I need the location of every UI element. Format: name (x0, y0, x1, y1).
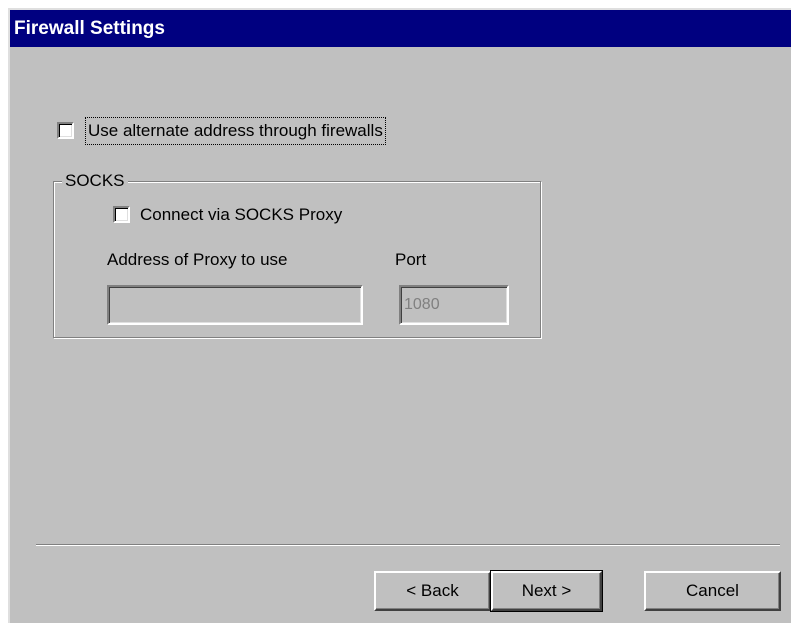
back-button[interactable]: < Back (374, 571, 491, 611)
proxy-port-label: Port (395, 250, 427, 269)
firewall-settings-dialog: Firewall Settings Use alternate address … (8, 8, 791, 623)
proxy-address-field[interactable] (107, 285, 363, 325)
button-separator (36, 544, 780, 546)
socks-proxy-label[interactable]: Connect via SOCKS Proxy (140, 205, 342, 225)
proxy-address-label: Address of Proxy to use (107, 250, 288, 269)
alternate-address-checkbox[interactable] (57, 122, 74, 139)
next-button[interactable]: Next > (490, 570, 603, 612)
alternate-address-label[interactable]: Use alternate address through firewalls (85, 117, 386, 145)
dialog-title: Firewall Settings (10, 10, 791, 47)
proxy-port-field[interactable]: 1080 (399, 285, 509, 325)
socks-group-title: SOCKS (62, 171, 128, 191)
cancel-button[interactable]: Cancel (644, 571, 781, 611)
socks-proxy-checkbox[interactable] (113, 206, 130, 223)
